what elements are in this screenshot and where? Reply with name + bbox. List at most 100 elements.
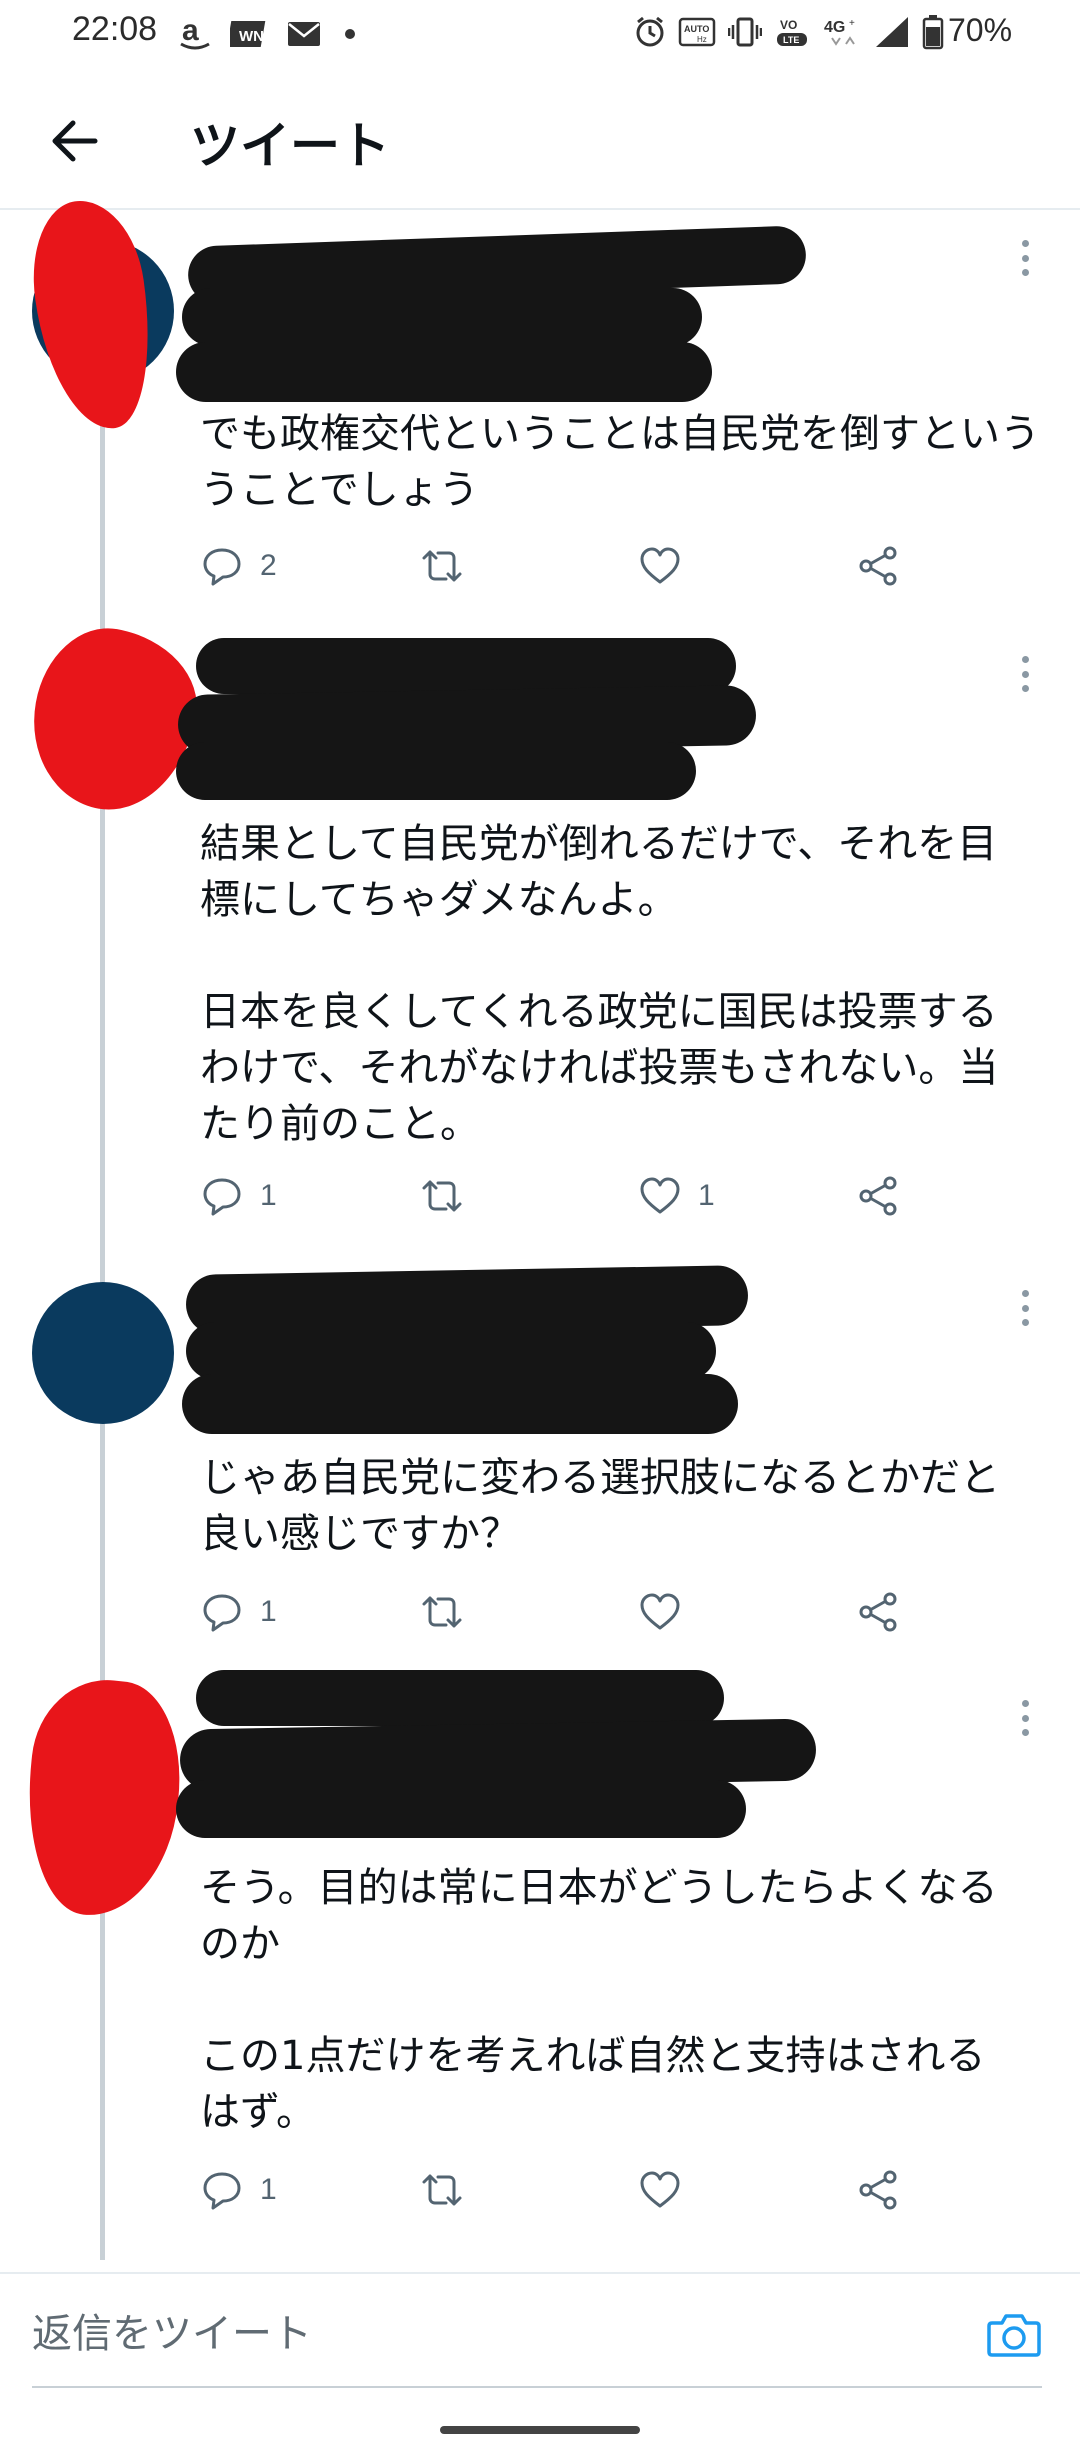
retweet-icon [422, 550, 462, 582]
svg-text:Hz: Hz [697, 35, 707, 44]
reply-button[interactable]: 2 [200, 536, 277, 596]
reply-button[interactable]: 1 [200, 1582, 277, 1642]
heart-icon [640, 547, 680, 584]
share-button[interactable] [856, 1166, 900, 1226]
like-button[interactable] [638, 1582, 698, 1642]
share-icon [859, 1176, 897, 1216]
more-options-button[interactable] [1012, 1694, 1038, 1742]
retweet-button[interactable] [418, 1582, 466, 1642]
weathernews-icon: WN [230, 21, 266, 47]
back-button[interactable] [40, 107, 108, 175]
retweet-button[interactable] [418, 2160, 466, 2220]
retweet-button[interactable] [418, 1166, 466, 1226]
redaction-mark-black [176, 742, 696, 800]
retweet-button[interactable] [418, 536, 466, 596]
more-dot [1021, 670, 1029, 678]
signal-icon [876, 17, 908, 47]
like-count: 1 [698, 1179, 715, 1212]
reply-input[interactable] [32, 2304, 912, 2364]
more-dot [1021, 1700, 1029, 1707]
status-bar: 22:08 a WN AUTO Hz VO LTE 4G + 70% [0, 0, 1080, 72]
heart-icon [640, 1593, 680, 1630]
alarm-icon [636, 16, 664, 47]
retweet-icon [422, 1180, 462, 1212]
svg-text:LTE: LTE [783, 35, 799, 45]
redaction-mark-black [182, 1374, 738, 1434]
reply-count: 2 [260, 549, 277, 582]
more-options-button[interactable] [1012, 234, 1038, 282]
camera-button[interactable] [986, 2306, 1042, 2362]
status-right-icons: AUTO Hz VO LTE 4G + [634, 14, 944, 50]
network-4g-icon: 4G + [824, 18, 855, 46]
reply-button[interactable]: 1 [200, 2160, 277, 2220]
status-left-icons: a WN [178, 14, 360, 54]
reply-count: 1 [260, 2173, 277, 2206]
tweet-4[interactable]: そう。目的は常に日本がどうしたらよくなる のか この1点だけを考えれば自然と支持… [0, 1670, 1080, 2270]
heart-icon [640, 2171, 680, 2208]
tweet-actions: 1 [200, 1582, 1000, 1642]
more-dot [1021, 1290, 1029, 1297]
svg-text:a: a [182, 14, 199, 47]
home-indicator[interactable] [440, 2426, 640, 2434]
redaction-mark-black [176, 342, 712, 402]
reply-icon [203, 1594, 241, 1632]
svg-text:+: + [849, 18, 855, 29]
battery-percent: 70% [948, 12, 1013, 48]
share-button[interactable] [856, 1582, 900, 1642]
redaction-mark-red [16, 1672, 190, 1924]
tweet-2[interactable]: 結果として自民党が倒れるだけで、それを目 標にしてちゃダメなんよ。 日本を良くし… [0, 617, 1080, 1270]
au-mail-icon [288, 22, 320, 46]
svg-text:WN: WN [239, 28, 264, 45]
tweet-text: じゃあ自民党に変わる選択肢になるとかだと 良い感じですか？ [200, 1455, 1000, 1557]
svg-text:4G: 4G [824, 19, 845, 36]
share-icon [859, 546, 897, 586]
like-button[interactable] [638, 2160, 698, 2220]
redaction-mark-black [196, 1670, 724, 1726]
reply-icon [203, 1178, 241, 1216]
reply-count: 1 [260, 1179, 277, 1212]
share-button[interactable] [856, 536, 900, 596]
share-button[interactable] [856, 2160, 900, 2220]
tweet-actions: 2 [200, 536, 1000, 596]
reply-composer-bar [0, 2272, 1080, 2392]
redaction-mark-red [22, 193, 164, 437]
more-dot [1021, 1304, 1029, 1312]
tweet-text: そう。目的は常に日本がどうしたらよくなる のか この1点だけを考えれば自然と支持… [200, 1865, 998, 2135]
auto-hz-icon: AUTO Hz [678, 17, 716, 47]
more-dot [1021, 1729, 1029, 1736]
svg-text:AUTO: AUTO [684, 24, 709, 34]
battery-icon [922, 15, 944, 50]
more-dot [1021, 269, 1029, 276]
redaction-mark-black [176, 1780, 746, 1838]
top-app-bar: ツイート [0, 72, 1080, 210]
volte-icon: VO LTE [777, 18, 807, 46]
more-dot [1021, 1319, 1029, 1326]
like-button[interactable]: 1 [638, 1166, 715, 1226]
tweet-3[interactable]: じゃあ自民党に変わる選択肢になるとかだと 良い感じですか？ 1 [0, 1265, 1080, 1670]
tweet-text: 結果として自民党が倒れるだけで、それを目 標にしてちゃダメなんよ。 日本を良くし… [200, 821, 999, 1147]
more-dot [1021, 254, 1029, 262]
svg-text:VO: VO [780, 18, 797, 32]
like-button[interactable] [638, 536, 698, 596]
reply-button[interactable]: 1 [200, 1166, 277, 1226]
camera-icon [987, 2314, 1041, 2357]
redaction-mark-black [196, 638, 736, 694]
more-options-button[interactable] [1012, 1284, 1038, 1332]
share-icon [859, 1592, 897, 1632]
status-time: 22:08 [72, 10, 158, 48]
tweet-1[interactable]: でも政権交代ということは自民党を倒すという うことでしょう 2 [0, 193, 1080, 630]
more-options-button[interactable] [1012, 650, 1038, 698]
heart-icon [640, 1177, 680, 1214]
retweet-icon [422, 2174, 462, 2206]
redaction-mark-black [186, 1322, 716, 1380]
more-dot [1021, 685, 1029, 692]
tweet-actions: 1 [200, 2160, 1000, 2220]
reply-icon [203, 548, 241, 586]
vibrate-icon [728, 17, 762, 47]
share-icon [859, 2170, 897, 2210]
notification-dot-icon [345, 29, 355, 39]
tweet-text: でも政権交代ということは自民党を倒すという うことでしょう [200, 411, 1040, 513]
more-dot [1021, 656, 1029, 663]
more-dot [1021, 240, 1029, 247]
avatar[interactable] [32, 1282, 174, 1424]
